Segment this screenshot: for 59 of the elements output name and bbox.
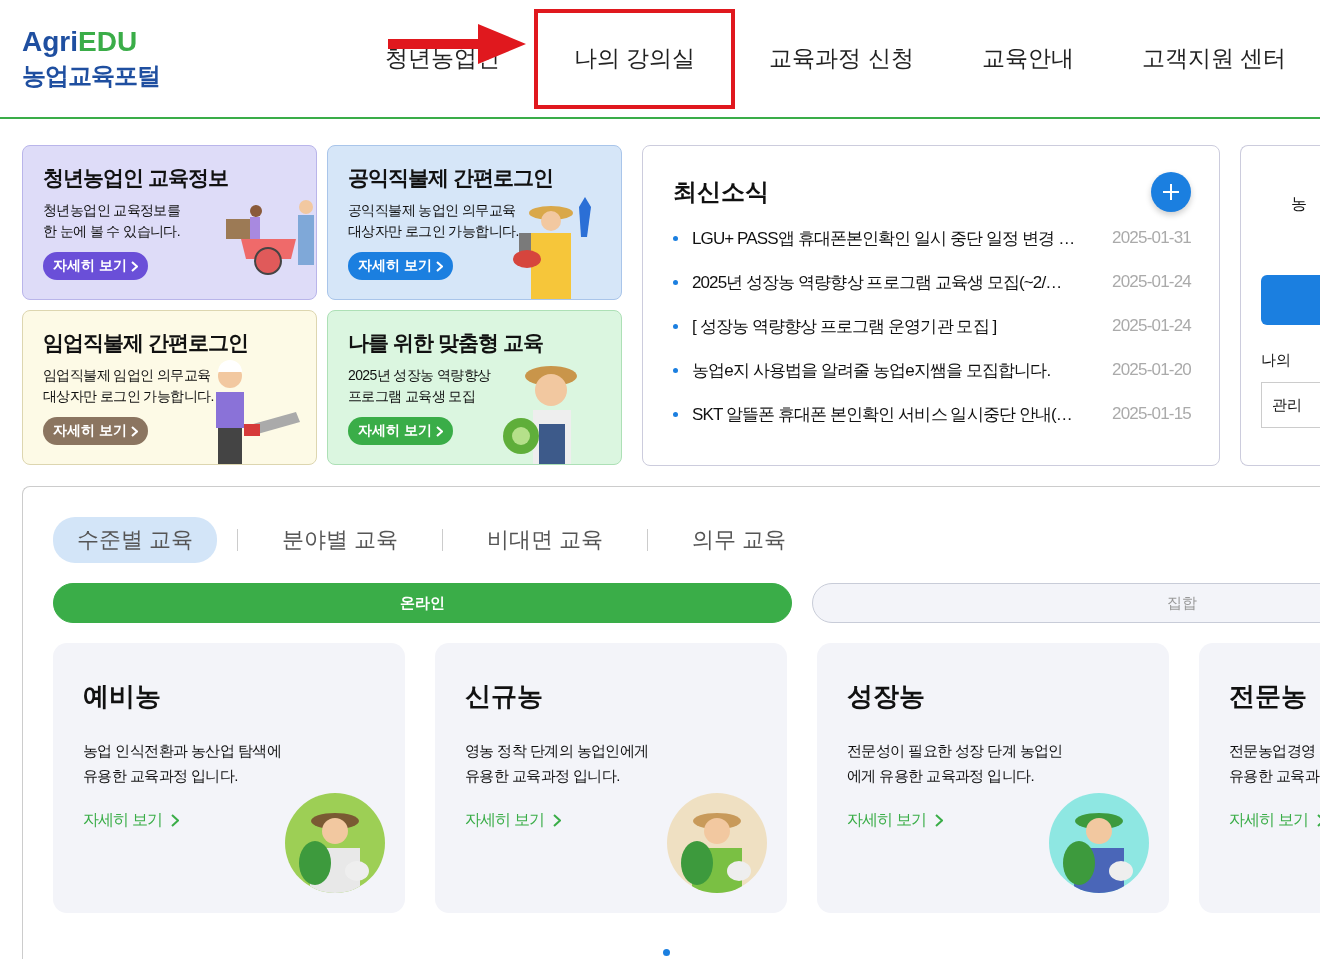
banner-title: 나를 위한 맞춤형 교육 — [348, 330, 544, 356]
course-description: 유용한 교육과정 입니다. — [465, 766, 621, 786]
course-title: 전문농 — [1229, 680, 1308, 713]
banner-card[interactable]: 나를 위한 맞춤형 교육 2025년 성장농 역량향상 프로그램 교육생 모집 자세히 보기 — [327, 310, 622, 465]
input-field[interactable]: 관리 — [1261, 382, 1320, 428]
banner-card[interactable]: 공익직불제 간편로그인 공익직불제 농업인 의무교육 대상자만 로그인 가능합니다. 자세히 보기 — [327, 145, 622, 300]
banner-title: 청년농업인 교육정보 — [43, 165, 229, 191]
nav-link[interactable]: 교육과정 신청 — [735, 8, 948, 109]
course-description: 전문성이 필요한 성장 단계 농업인 — [847, 741, 1064, 761]
banner-description: 임업직불제 임업인 의무교육 — [43, 366, 212, 385]
banner-description: 청년농업인 교육정보를 — [43, 201, 182, 220]
nav-link[interactable]: 고객지원 센터 — [1107, 8, 1320, 109]
banner-description: 프로그램 교육생 모집 — [348, 387, 477, 406]
course-card[interactable]: 신규농 영농 정착 단계의 농업인에게 유용한 교육과정 입니다. 자세히 보기 — [435, 643, 787, 913]
course-title: 예비농 — [83, 680, 162, 713]
news-link[interactable]: 농업e지 사용법을 알려줄 농업e지쌤을 모집합니다. — [692, 358, 1051, 382]
banner-description: 2025년 성장농 역량향상 — [348, 366, 492, 385]
news-title: 최신소식 — [673, 177, 769, 207]
logo-subtitle: 농업교육포털 — [22, 60, 161, 91]
details-button[interactable]: 자세히 보기 — [43, 252, 148, 280]
news-date: 2025-01-24 — [1111, 272, 1191, 292]
category-tab[interactable]: 비대면 교육 — [463, 517, 628, 563]
news-link[interactable]: LGU+ PASS앱 휴대폰본인확인 일시 중단 일정 변경 … — [692, 226, 1075, 250]
course-description: 영농 정착 단계의 농업인에게 — [465, 741, 650, 761]
details-button[interactable]: 자세히 보기 — [348, 252, 453, 280]
nav-link[interactable]: 나의 강의실 — [533, 8, 736, 109]
news-date: 2025-01-24 — [1111, 316, 1191, 336]
news-link[interactable]: SKT 알뜰폰 휴대폰 본인확인 서비스 일시중단 안내(… — [692, 402, 1072, 426]
banner-card[interactable]: 청년농업인 교육정보 청년농업인 교육정보를 한 눈에 볼 수 있습니다. 자세히 보기 — [22, 145, 317, 300]
course-description: 전문농업경영 — [1229, 741, 1317, 761]
news-link[interactable]: [ 성장농 역량향상 프로그램 운영기관 모집 ] — [692, 314, 997, 338]
news-date: 2025-01-31 — [1111, 228, 1191, 248]
logo-wordmark[interactable]: AgriEDU — [22, 25, 138, 58]
course-title: 성장농 — [847, 680, 926, 713]
banner-title: 임업직불제 간편로그인 — [43, 330, 249, 356]
course-card[interactable]: 예비농 농업 인식전환과 농산업 탐색에 유용한 교육과정 입니다. 자세히 보기 — [53, 643, 405, 913]
banner-title: 공익직불제 간편로그인 — [348, 165, 554, 191]
nav-link[interactable]: 교육안내 — [947, 8, 1108, 109]
news-date: 2025-01-15 — [1111, 404, 1191, 424]
course-title: 신규농 — [465, 680, 544, 713]
course-card[interactable]: 성장농 전문성이 필요한 성장 단계 농업인 에게 유용한 교육과정 입니다. 자세히 보기 — [817, 643, 1169, 913]
banner-description: 대상자만 로그인 가능합니다. — [348, 222, 520, 241]
category-tab[interactable]: 의무 교육 — [668, 517, 811, 563]
course-card[interactable]: 전문농 전문농업경영 유용한 교육과 자세히 보기 — [1199, 643, 1320, 913]
panel-text: 농 — [1291, 194, 1308, 214]
course-description: 유용한 교육과정 입니다. — [83, 766, 239, 786]
panel-label: 나의 — [1261, 351, 1292, 370]
banner-description: 대상자만 로그인 가능합니다. — [43, 387, 215, 406]
category-tab[interactable]: 분야별 교육 — [258, 517, 423, 563]
course-description: 유용한 교육과 — [1229, 766, 1320, 786]
category-tab[interactable]: 수준별 교육 — [53, 517, 218, 563]
news-date: 2025-01-20 — [1111, 360, 1191, 380]
course-description: 농업 인식전환과 농산업 탐색에 — [83, 741, 282, 761]
banner-card[interactable]: 임업직불제 간편로그인 임업직불제 임업인 의무교육 대상자만 로그인 가능합니다. 자세히 보기 — [22, 310, 317, 465]
course-description: 에게 유용한 교육과정 입니다. — [847, 766, 1036, 786]
banner-description: 한 눈에 볼 수 있습니다. — [43, 222, 182, 241]
details-button[interactable]: 자세히 보기 — [43, 417, 148, 445]
news-link[interactable]: 2025년 성장농 역량향상 프로그램 교육생 모집(~2/… — [692, 270, 1062, 294]
banner-description: 공익직불제 농업인 의무교육 — [348, 201, 517, 220]
